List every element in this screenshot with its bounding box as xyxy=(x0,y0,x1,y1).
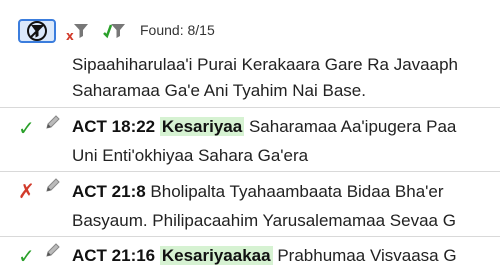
edit-pencil-icon[interactable] xyxy=(44,113,62,131)
filter-invalid-icon: x xyxy=(66,24,88,42)
show-invalid-filter-button[interactable]: x xyxy=(58,19,96,43)
row-divider xyxy=(0,236,500,237)
entry-line: ACT 18:22 Kesariyaa Saharamaa Aa'ipugera… xyxy=(72,117,456,137)
edit-pencil-icon[interactable] xyxy=(44,241,62,259)
invalid-cross-icon[interactable]: ✗ xyxy=(18,181,38,201)
entry-text: Uni Enti'okhiyaa Sahara Ga'era xyxy=(72,146,309,165)
valid-check-icon[interactable]: ✓ xyxy=(18,246,38,266)
match-count: Found: 8/15 xyxy=(140,22,215,38)
filter-valid-icon xyxy=(103,24,125,39)
verse-reference[interactable]: ACT 21:8 xyxy=(72,182,146,201)
entry-text: Basyaum. Philipacaahim Yarusalemamaa Sev… xyxy=(72,211,456,230)
entry-text: Prabhumaa Visvaasa G xyxy=(277,246,457,265)
entry-line: Uni Enti'okhiyaa Sahara Ga'era xyxy=(72,146,308,166)
entry-line: ACT 21:8 Bholipalta Tyahaambaata Bidaa B… xyxy=(72,182,444,202)
entry-line: Basyaum. Philipacaahim Yarusalemamaa Sev… xyxy=(72,211,456,231)
entry-text: Saharamaa Aa'ipugera Paa xyxy=(248,117,457,136)
matched-term: Kesariyaakaa xyxy=(159,246,273,265)
verse-reference[interactable]: ACT 21:16 xyxy=(72,246,155,265)
entry-text: Saharamaa Ga'e Ani Tyahim Nai Base. xyxy=(72,81,366,100)
edit-pencil-icon[interactable] xyxy=(44,176,62,194)
show-valid-filter-button[interactable] xyxy=(96,19,134,43)
filter-off-icon xyxy=(27,21,47,41)
entry-line: Saharamaa Ga'e Ani Tyahim Nai Base. xyxy=(72,81,366,101)
entry-line: Sipaahiharulaa'i Purai Kerakaara Gare Ra… xyxy=(72,55,458,75)
valid-check-icon[interactable]: ✓ xyxy=(18,118,38,138)
filter-toolbar: x Found: 8/15 xyxy=(0,0,500,43)
verse-reference[interactable]: ACT 18:22 xyxy=(72,117,155,136)
matched-term: Kesariyaa xyxy=(159,117,245,136)
show-all-filter-button[interactable] xyxy=(18,19,56,43)
row-divider xyxy=(0,171,500,172)
entry-text: Bholipalta Tyahaambaata Bidaa Bha'er xyxy=(150,182,444,201)
entry-line: ACT 21:16 Kesariyaakaa Prabhumaa Visvaas… xyxy=(72,246,457,266)
row-divider xyxy=(0,107,500,108)
entry-text: Sipaahiharulaa'i Purai Kerakaara Gare Ra… xyxy=(72,55,458,74)
svg-text:x: x xyxy=(66,29,74,42)
